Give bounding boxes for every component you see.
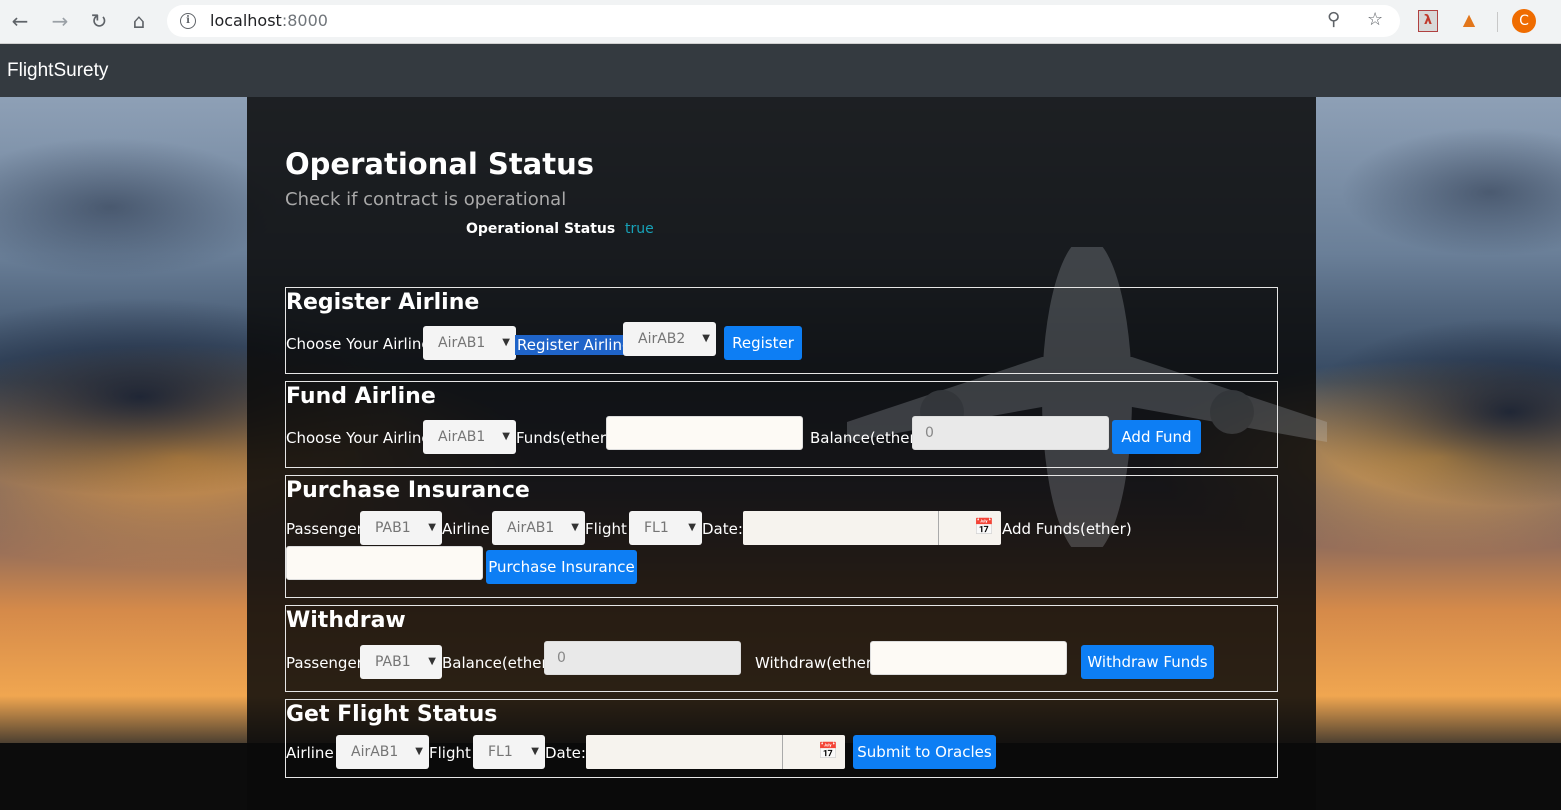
panel-title: Get Flight Status bbox=[286, 702, 498, 727]
passenger-select[interactable]: PAB1 ▼ bbox=[360, 511, 442, 545]
purchase-insurance-button[interactable]: Purchase Insurance bbox=[486, 550, 637, 584]
airline-select[interactable]: AirAB1 ▼ bbox=[336, 735, 429, 769]
register-airline-panel: Register Airline Choose Your Airline Air… bbox=[285, 287, 1278, 374]
zoom-icon[interactable]: ⚲ bbox=[1327, 9, 1340, 30]
chevron-down-icon: ▼ bbox=[688, 522, 696, 533]
date-label: Date: bbox=[545, 744, 586, 762]
home-icon[interactable]: ⌂ bbox=[126, 8, 152, 34]
purchase-insurance-panel: Purchase Insurance Passenger PAB1 ▼ Airli… bbox=[285, 475, 1278, 598]
bookmark-star-icon[interactable]: ☆ bbox=[1367, 9, 1383, 30]
date-picker[interactable]: 📅 bbox=[743, 511, 1001, 545]
date-picker[interactable]: 📅 bbox=[586, 735, 845, 769]
forward-icon[interactable]: → bbox=[47, 8, 73, 34]
passenger-select[interactable]: PAB1 ▼ bbox=[360, 645, 442, 679]
airline-label: Airline bbox=[286, 744, 334, 762]
panel-title: Withdraw bbox=[286, 608, 406, 633]
toolbar-divider bbox=[1497, 12, 1498, 32]
page-title: Operational Status bbox=[285, 147, 595, 181]
fund-airline-select[interactable]: AirAB1 ▼ bbox=[423, 420, 516, 454]
airline-label: Airline bbox=[442, 520, 490, 538]
withdraw-panel: Withdraw Passenger PAB1 ▼ Balance(ether) … bbox=[285, 605, 1278, 692]
panel-title: Fund Airline bbox=[286, 384, 436, 409]
address-bar[interactable]: i localhost:8000 ⚲ ☆ bbox=[167, 5, 1400, 37]
balance-label: Balance(ether) bbox=[810, 429, 922, 447]
metamask-extension-icon[interactable]: ▲ bbox=[1460, 10, 1478, 30]
airline-select[interactable]: AirAB1 ▼ bbox=[492, 511, 585, 545]
funds-label: Funds(ether) bbox=[516, 429, 612, 447]
chevron-down-icon: ▼ bbox=[702, 333, 710, 344]
panel-title: Register Airline bbox=[286, 290, 480, 315]
fund-airline-panel: Fund Airline Choose Your Airline AirAB1 ▼… bbox=[285, 381, 1278, 468]
choose-airline-label: Choose Your Airline bbox=[286, 429, 431, 447]
submit-to-oracles-button[interactable]: Submit to Oracles bbox=[853, 735, 996, 769]
add-funds-input[interactable] bbox=[286, 546, 483, 580]
operational-status-label: Operational Status bbox=[466, 221, 616, 237]
reload-icon[interactable]: ↻ bbox=[86, 8, 112, 34]
calendar-icon[interactable]: 📅 bbox=[818, 741, 838, 760]
info-icon[interactable]: i bbox=[180, 13, 196, 29]
url-text: localhost:8000 bbox=[210, 11, 328, 30]
date-label: Date: bbox=[702, 520, 743, 538]
add-funds-label: Add Funds(ether) bbox=[1002, 520, 1132, 538]
balance-label: Balance(ether) bbox=[442, 654, 554, 672]
operational-status-value: true bbox=[625, 221, 654, 237]
choose-airline-label: Choose Your Airline bbox=[286, 335, 431, 353]
add-fund-button[interactable]: Add Fund bbox=[1112, 420, 1201, 454]
panel-title: Purchase Insurance bbox=[286, 478, 530, 503]
main-content: Operational Status Check if contract is … bbox=[285, 97, 1278, 810]
chevron-down-icon: ▼ bbox=[502, 337, 510, 348]
page-subtitle: Check if contract is operational bbox=[285, 189, 567, 210]
withdraw-funds-button[interactable]: Withdraw Funds bbox=[1081, 645, 1214, 679]
chevron-down-icon: ▼ bbox=[571, 522, 579, 533]
flight-select[interactable]: FL1 ▼ bbox=[473, 735, 545, 769]
flight-status-panel: Get Flight Status Airline AirAB1 ▼ Flight… bbox=[285, 699, 1278, 778]
chevron-down-icon: ▼ bbox=[428, 522, 436, 533]
back-icon[interactable]: ← bbox=[7, 8, 33, 34]
passenger-label: Passenger bbox=[286, 520, 363, 538]
flight-label: Flight bbox=[585, 520, 627, 538]
funds-input[interactable] bbox=[606, 416, 803, 450]
withdraw-label: Withdraw(ether) bbox=[755, 654, 878, 672]
profile-avatar[interactable]: C bbox=[1512, 9, 1536, 33]
flight-label: Flight bbox=[429, 744, 471, 762]
calendar-icon[interactable]: 📅 bbox=[974, 517, 994, 536]
chevron-down-icon: ▼ bbox=[415, 746, 423, 757]
choose-airline-select[interactable]: AirAB1 ▼ bbox=[423, 326, 516, 360]
withdraw-input[interactable] bbox=[870, 641, 1067, 675]
register-airline-label: Register Airline bbox=[515, 335, 634, 355]
balance-field: 0 bbox=[544, 641, 741, 675]
new-airline-select[interactable]: AirAB2 ▼ bbox=[623, 322, 716, 356]
register-button[interactable]: Register bbox=[724, 326, 802, 360]
flight-select[interactable]: FL1 ▼ bbox=[629, 511, 702, 545]
app-navbar: FlightSurety bbox=[0, 44, 1561, 97]
chevron-down-icon: ▼ bbox=[428, 656, 436, 667]
chevron-down-icon: ▼ bbox=[502, 431, 510, 442]
pdf-extension-icon[interactable]: λ bbox=[1418, 10, 1438, 32]
balance-field: 0 bbox=[912, 416, 1109, 450]
passenger-label: Passenger bbox=[286, 654, 363, 672]
chevron-down-icon: ▼ bbox=[531, 746, 539, 757]
browser-toolbar: ← → ↻ ⌂ i localhost:8000 ⚲ ☆ λ ▲ C bbox=[0, 0, 1561, 44]
brand-name[interactable]: FlightSurety bbox=[7, 60, 108, 82]
